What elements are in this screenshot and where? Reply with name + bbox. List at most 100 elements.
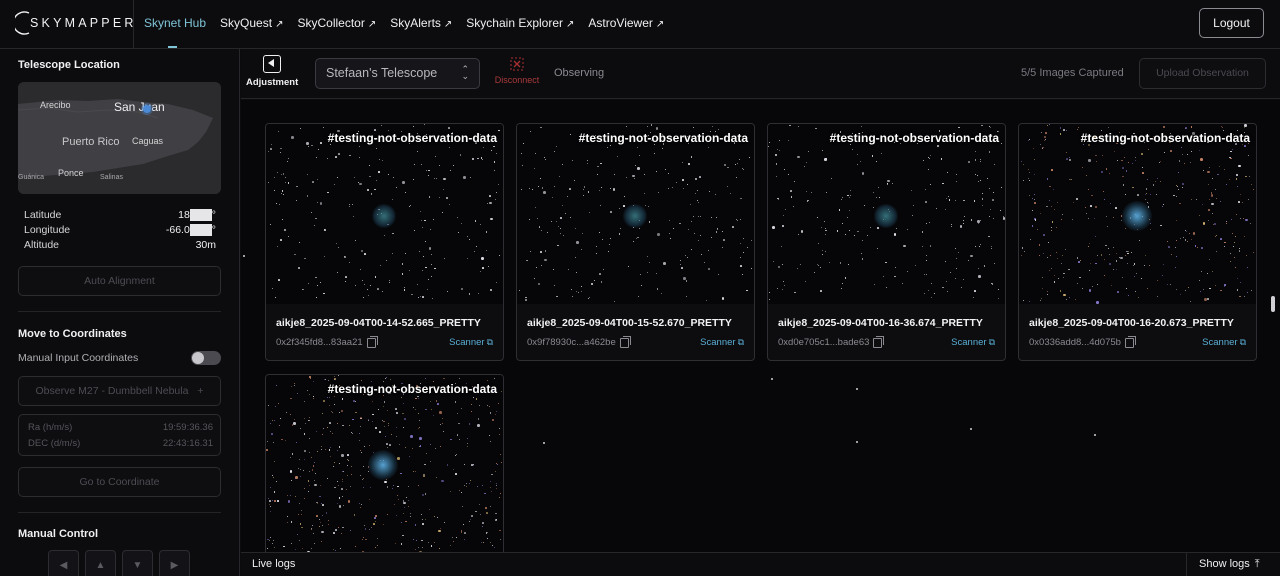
star-dot [1040, 212, 1042, 214]
observation-image[interactable]: #testing-not-observation-data [266, 375, 503, 552]
star-dot [328, 379, 330, 381]
observation-card[interactable]: #testing-not-observation-data [265, 374, 504, 552]
star-dot [420, 513, 422, 515]
star-dot [475, 398, 477, 400]
star-dot [790, 190, 792, 192]
star-dot [625, 126, 627, 128]
star-dot [857, 230, 859, 233]
star-dot [277, 130, 279, 132]
star-dot [807, 151, 809, 153]
star-dot [341, 454, 344, 457]
star-dot [321, 412, 323, 414]
move-down-button[interactable]: ▼ [122, 550, 153, 576]
star-dot [723, 163, 727, 166]
star-dot [1209, 258, 1211, 260]
coordinate-inputs[interactable]: Ra (h/m/s) 19:59:36.36 DEC (d/m/s) 22:43… [18, 414, 221, 456]
star-dot [327, 397, 329, 398]
disconnect-button[interactable]: Disconnect [493, 57, 541, 85]
scanner-link[interactable]: Scanner ⧉ [449, 337, 493, 348]
star-dot [483, 146, 485, 148]
adjustment-button[interactable]: Adjustment [246, 55, 298, 95]
observation-image[interactable]: #testing-not-observation-data [1019, 124, 1256, 304]
show-logs-button[interactable]: Show logs ⤒ [1199, 558, 1260, 571]
scanner-link[interactable]: Scanner ⧉ [951, 337, 995, 348]
star-dot [311, 525, 313, 526]
scrollbar-thumb[interactable] [1271, 296, 1275, 312]
star-dot [304, 417, 306, 419]
star-dot [1249, 175, 1250, 177]
star-dot [338, 505, 342, 508]
star-dot [317, 179, 319, 181]
auto-alignment-button[interactable]: Auto Alignment [18, 266, 221, 296]
scanner-link[interactable]: Scanner ⧉ [1202, 337, 1246, 348]
star-dot [441, 418, 443, 419]
star-dot [1063, 129, 1065, 131]
nav-link-skyquest[interactable]: SkyQuest ↗ [220, 0, 283, 48]
telescope-location-title: Telescope Location [18, 59, 120, 71]
star-dot [690, 203, 692, 205]
copy-icon[interactable] [1124, 335, 1136, 348]
observation-card[interactable]: #testing-not-observation-data aikje8_202… [1018, 123, 1257, 361]
observation-card[interactable]: #testing-not-observation-data aikje8_202… [767, 123, 1006, 361]
star-dot [885, 261, 887, 264]
move-right-button[interactable]: ▶ [159, 550, 190, 576]
observation-image[interactable]: #testing-not-observation-data [768, 124, 1005, 304]
observe-target-select[interactable]: Observe M27 - Dumbbell Nebula + [18, 376, 221, 406]
observation-tag: #testing-not-observation-data [327, 382, 497, 396]
star-dot [989, 125, 990, 127]
star-dot [286, 411, 287, 413]
star-dot [1162, 125, 1166, 129]
star-dot [315, 217, 317, 219]
star-dot [596, 173, 598, 175]
star-dot [815, 127, 817, 130]
manual-input-toggle[interactable] [191, 351, 221, 365]
star-dot [1202, 204, 1204, 206]
star-dot [1167, 241, 1169, 242]
copy-icon[interactable] [619, 335, 631, 348]
move-up-button[interactable]: ▲ [85, 550, 116, 576]
location-map[interactable]: Arecibo San Juan Puerto Rico Caguas Ponc… [18, 82, 221, 194]
live-logs-bar: Live logs Show logs ⤒ [241, 552, 1280, 576]
star-dot [669, 238, 671, 240]
star-dot [272, 539, 275, 542]
go-to-coordinate-button[interactable]: Go to Coordinate [18, 467, 221, 497]
star-dot [287, 494, 289, 496]
scanner-link[interactable]: Scanner ⧉ [700, 337, 744, 348]
star-dot [441, 479, 444, 483]
star-dot [1242, 201, 1244, 203]
move-left-button[interactable]: ◀ [48, 550, 79, 576]
copy-icon[interactable] [873, 335, 885, 348]
nav-link-skyalerts[interactable]: SkyAlerts ↗ [390, 0, 452, 48]
telescope-select[interactable]: Stefaan's Telescope ⌃ ⌄ [315, 58, 480, 89]
copy-icon[interactable] [366, 335, 378, 348]
star-dot [488, 266, 489, 268]
star-dot [637, 236, 639, 239]
logout-button[interactable]: Logout [1199, 8, 1264, 38]
nav-link-skychain-explorer[interactable]: Skychain Explorer ↗ [466, 0, 574, 48]
star-dot [1024, 251, 1026, 253]
star-dot [1056, 202, 1058, 204]
star-dot [1199, 149, 1201, 151]
upload-observation-button[interactable]: Upload Observation [1139, 58, 1266, 89]
star-dot [352, 418, 354, 421]
observation-card[interactable]: #testing-not-observation-data aikje8_202… [265, 123, 504, 361]
star-dot [1031, 209, 1033, 211]
star-dot [314, 483, 317, 487]
star-dot [1142, 167, 1143, 168]
star-dot [335, 242, 338, 244]
star-dot [435, 400, 438, 402]
nav-link-skycollector[interactable]: SkyCollector ↗ [297, 0, 376, 48]
observation-card[interactable]: #testing-not-observation-data aikje8_202… [516, 123, 755, 361]
nav-link-skynet-hub[interactable]: Skynet Hub [144, 0, 206, 48]
star-dot [270, 148, 272, 150]
star-dot [1175, 288, 1177, 290]
star-dot [269, 486, 272, 489]
observation-image[interactable]: #testing-not-observation-data [266, 124, 503, 304]
observation-image[interactable]: #testing-not-observation-data [517, 124, 754, 304]
star-dot [1101, 171, 1103, 173]
star-dot [482, 267, 484, 269]
star-dot [1187, 240, 1189, 242]
star-dot [559, 175, 560, 177]
star-dot [316, 502, 318, 504]
nav-link-astroviewer[interactable]: AstroViewer ↗ [588, 0, 664, 48]
